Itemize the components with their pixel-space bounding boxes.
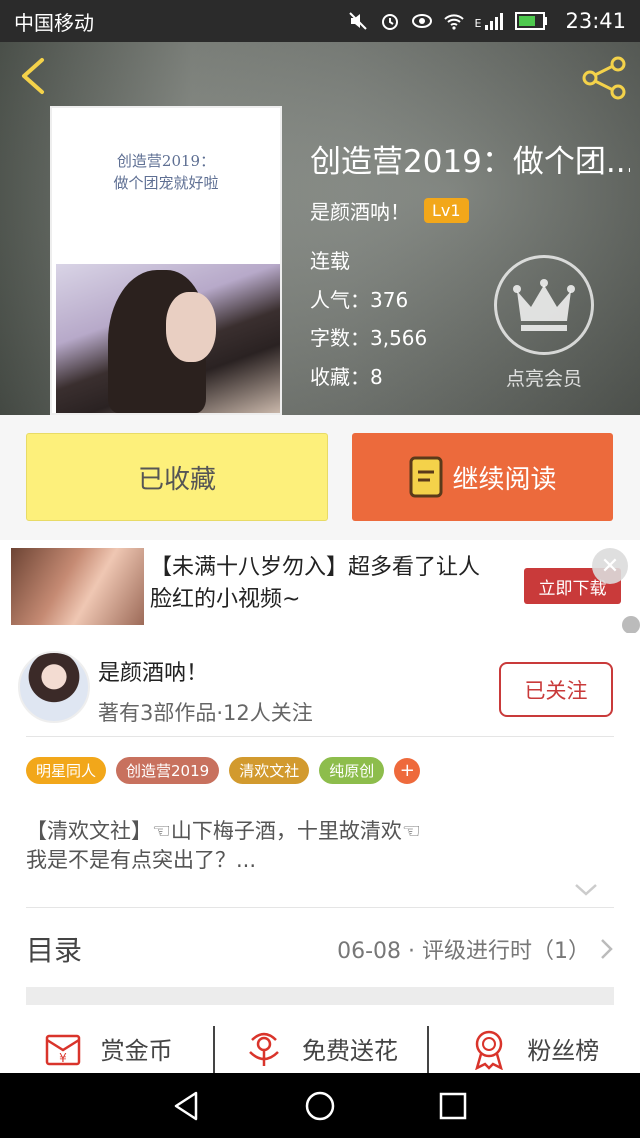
ad-mark-icon <box>622 616 640 634</box>
continue-reading-label: 继续阅读 <box>452 464 557 495</box>
reward-coins-label: 赏金币 <box>100 1036 173 1065</box>
book-icon <box>409 456 443 498</box>
book-description[interactable]: 【清欢文社】☜山下梅子酒，十里故清欢☜ 我是不是有点突出了？... <box>26 817 616 875</box>
clock: 23:41 <box>565 9 626 33</box>
send-flower-button[interactable]: 免费送花 <box>213 1018 426 1078</box>
reward-row: ¥ 赏金币 免费送花 粉丝榜 <box>0 1018 640 1078</box>
vip-label: 点亮会员 <box>505 368 582 390</box>
tag-chip[interactable]: 清欢文社 <box>229 757 310 784</box>
popularity: 人气：376 <box>310 287 409 312</box>
fan-rank-button[interactable]: 粉丝榜 <box>426 1018 640 1078</box>
system-nav-bar <box>0 1073 640 1138</box>
battery-icon <box>515 12 548 30</box>
follow-button[interactable]: 已关注 <box>499 662 613 717</box>
catalog-label: 目录 <box>26 934 83 967</box>
ad-image <box>11 548 144 625</box>
word-count: 字数：3,566 <box>310 326 428 350</box>
nav-recents-icon[interactable] <box>436 1089 470 1123</box>
flower-icon <box>249 1032 279 1066</box>
wifi-icon <box>443 14 464 30</box>
action-bar: 已收藏 继续阅读 <box>0 415 640 540</box>
ad-banner[interactable]: 【未满十八岁勿入】超多看了让人脸红的小视频~ 立即下载 ✕ <box>0 540 640 633</box>
mute-icon <box>348 12 367 30</box>
network-type: E <box>474 17 482 30</box>
ad-close-icon[interactable]: ✕ <box>592 548 628 584</box>
catalog-row[interactable]: 目录 06-08 · 评级进行时（1） <box>26 919 614 979</box>
level-badge: Lv1 <box>424 198 469 223</box>
divider <box>26 907 614 908</box>
status-bar: 中国移动 E 23:41 <box>0 0 640 42</box>
chevron-down-icon[interactable] <box>574 883 598 897</box>
author-card-name[interactable]: 是颜酒呐！ <box>98 655 208 687</box>
svg-text:¥: ¥ <box>59 1051 67 1065</box>
medal-icon <box>475 1030 504 1070</box>
ad-text: 【未满十八岁勿入】超多看了让人脸红的小视频~ <box>150 555 481 612</box>
tag-chip[interactable]: 创造营2019 <box>116 757 220 784</box>
favorites-count: 收藏：8 <box>310 364 383 389</box>
reward-coins-button[interactable]: ¥ 赏金币 <box>0 1018 213 1078</box>
cover-caption: 创造营2019： 做个团宠就好啦 <box>113 152 219 192</box>
share-button[interactable] <box>580 54 628 102</box>
eye-icon <box>411 14 432 28</box>
vip-button[interactable] <box>494 255 594 355</box>
favorited-button[interactable]: 已收藏 <box>26 433 328 521</box>
tag-list: 明星同人 创造营2019 清欢文社 纯原创 + <box>26 757 421 784</box>
avatar[interactable] <box>18 651 90 723</box>
signal-icon <box>485 13 504 30</box>
tag-chip[interactable]: 纯原创 <box>319 757 385 784</box>
send-flower-label: 免费送花 <box>301 1036 398 1065</box>
coin-envelope-icon: ¥ <box>45 1034 80 1066</box>
tag-chip[interactable]: 明星同人 <box>26 757 107 784</box>
continue-reading-button[interactable]: 继续阅读 <box>352 433 613 521</box>
book-title: 创造营2019：做个团... <box>310 144 630 180</box>
cover-photo <box>56 264 280 413</box>
author-line: 是颜酒呐！ Lv1 <box>310 196 469 225</box>
back-button[interactable] <box>16 56 52 96</box>
carrier-name: 中国移动 <box>14 10 94 35</box>
section-separator <box>26 987 614 1005</box>
book-header: 创造营2019： 做个团宠就好啦 创造营2019：做个团... 是颜酒呐！ Lv… <box>0 42 640 415</box>
status-icons: E 23:41 <box>347 9 626 33</box>
latest-chapter: 06-08 · 评级进行时（1） <box>337 939 590 964</box>
author-card: 是颜酒呐！ 著有3部作品·12人关注 已关注 明星同人 创造营2019 清欢文社… <box>0 633 640 1076</box>
book-meta: 连载 人气：376 字数：3,566 收藏：8 <box>310 242 427 396</box>
book-cover[interactable]: 创造营2019： 做个团宠就好啦 <box>50 106 282 415</box>
author-stats: 著有3部作品·12人关注 <box>98 701 313 725</box>
divider <box>26 736 614 737</box>
chevron-right-icon <box>601 939 613 959</box>
fan-rank-label: 粉丝榜 <box>527 1036 600 1065</box>
serial-status: 连载 <box>310 249 350 273</box>
nav-home-icon[interactable] <box>303 1089 337 1123</box>
crown-icon <box>513 279 575 331</box>
add-tag-button[interactable]: + <box>394 757 421 784</box>
alarm-icon <box>381 14 398 30</box>
nav-back-icon[interactable] <box>170 1089 204 1123</box>
author-name[interactable]: 是颜酒呐！ <box>310 196 410 225</box>
